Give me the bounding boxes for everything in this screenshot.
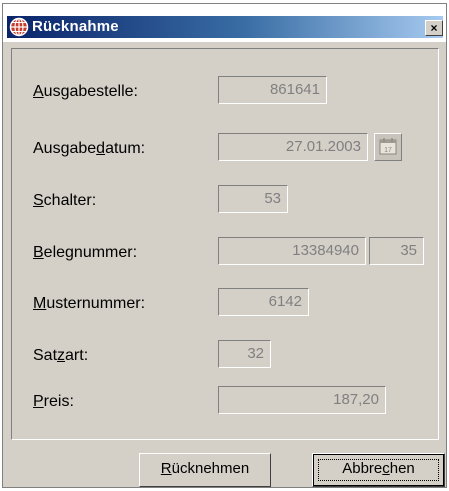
mnemonic-key: d [96,140,106,157]
label-part: chalter: [43,192,97,209]
close-icon: × [430,21,438,35]
button-label-part: ücknehmen [171,460,250,477]
window-title: Rücknahme [32,18,119,35]
label-part: atum: [105,140,146,157]
mnemonic-key: P [33,393,44,410]
musternummer-label: Musternummer: [33,295,145,313]
calendar-day-text: 17 [384,147,392,154]
abbrechen-button[interactable]: Abbrechen [312,453,445,487]
belegnummer-field[interactable]: 13384940 [218,237,366,265]
ausgabestelle-field[interactable]: 861641 [218,76,327,104]
belegnummer-label: Belegnummer: [33,244,137,262]
focus-indicator [318,459,439,481]
label-part: elegnummer: [43,244,138,261]
mnemonic-key: A [33,83,44,100]
mnemonic-key: B [33,244,44,261]
mnemonic-key: z [57,347,66,364]
ruecknehmen-button[interactable]: Rücknehmen [139,453,271,487]
label-part: Ausgabe [33,140,97,157]
satzart-label: Satzart: [33,347,88,365]
schalter-field[interactable]: 53 [218,185,288,213]
mnemonic-key: S [33,192,44,209]
label-part: reis: [43,393,74,410]
ausgabedatum-label: Ausgabedatum: [33,140,145,158]
app-globe-icon [9,17,29,37]
musternummer-field[interactable]: 6142 [218,288,309,316]
preis-label: Preis: [33,393,74,411]
ausgabestelle-label: Ausgabestelle: [33,83,138,101]
label-part: usternummer: [46,295,146,312]
mnemonic-key: R [160,460,172,477]
mnemonic-key: M [33,295,47,312]
label-part: Sat [33,347,58,364]
ausgabedatum-field[interactable]: 27.01.2003 [218,133,368,161]
dialog-window: Rücknahme × Ausgabestelle: 861641 Ausgab… [2,3,447,488]
preis-field[interactable]: 187,20 [218,386,386,414]
satzart-field[interactable]: 32 [218,340,271,368]
close-button[interactable]: × [425,20,443,36]
schalter-label: Schalter: [33,192,96,210]
beleg-suffix-field[interactable]: 35 [369,237,424,265]
calendar-icon: 17 [379,138,397,155]
label-part: usgabestelle: [43,83,138,100]
title-bar[interactable]: Rücknahme × [3,4,446,42]
calendar-button[interactable]: 17 [374,133,402,161]
label-part: art: [65,347,89,364]
